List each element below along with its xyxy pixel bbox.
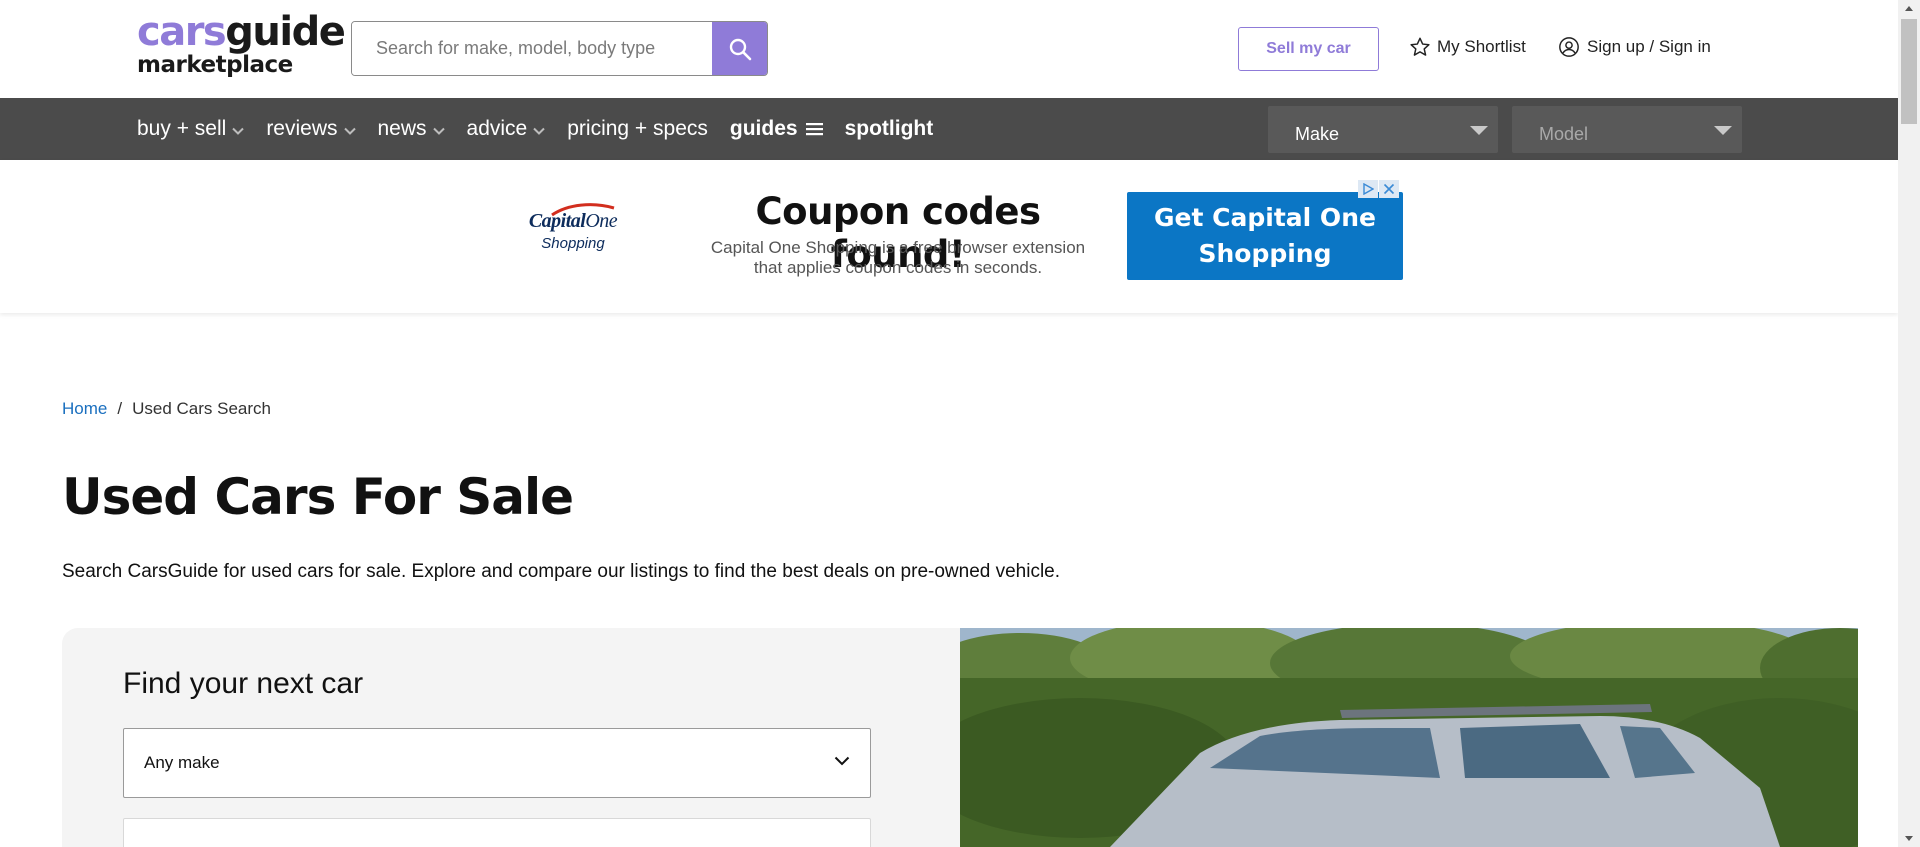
nav-label: guides — [729, 117, 798, 140]
nav-label: buy + sell — [137, 117, 227, 140]
breadcrumb-separator: / — [117, 399, 123, 418]
chevron-down-icon — [343, 127, 356, 135]
logo-marketplace: marketplace — [137, 52, 293, 78]
breadcrumb-home-link[interactable]: Home — [62, 399, 107, 419]
nav-item-news[interactable]: news — [378, 117, 445, 141]
scrollbar-thumb[interactable] — [1901, 19, 1917, 124]
ad-body: Capital One Shopping is a free browser e… — [710, 238, 1086, 277]
model-select-label: Model — [1539, 124, 1589, 144]
capital-one-logo: CapitalOne Shopping — [518, 210, 628, 252]
page-description: Search CarsGuide for used cars for sale.… — [62, 561, 1061, 582]
signin-label: Sign up / Sign in — [1587, 37, 1711, 56]
chevron-down-icon — [232, 127, 245, 135]
any-make-select[interactable]: Any make — [123, 728, 871, 798]
nav-label: advice — [466, 117, 528, 140]
nav-label: news — [377, 117, 427, 140]
scroll-down-arrow-icon[interactable] — [1898, 830, 1920, 847]
caret-down-icon — [1470, 126, 1488, 135]
caret-down-icon — [1714, 126, 1732, 135]
star-icon — [1410, 37, 1430, 56]
search-button[interactable] — [712, 22, 767, 75]
vertical-scrollbar[interactable] — [1898, 0, 1920, 847]
breadcrumb-current: Used Cars Search — [132, 399, 271, 418]
sell-my-car-button[interactable]: Sell my car — [1238, 27, 1379, 71]
sign-in-link[interactable]: Sign up / Sign in — [1558, 36, 1711, 58]
nav-item-advice[interactable]: advice — [467, 117, 546, 141]
breadcrumb: Home / Used Cars Search — [62, 399, 271, 419]
ad-brand-sub: Shopping — [541, 235, 605, 252]
nav-make-select[interactable]: Make — [1268, 106, 1498, 153]
search-bar — [351, 21, 768, 76]
logo-guide: guide — [225, 9, 346, 55]
ad-info-icon[interactable] — [1358, 180, 1378, 198]
nav-item-guides[interactable]: guides — [730, 117, 823, 141]
chevron-down-icon — [533, 127, 545, 135]
ad-brand-suffix: One — [585, 210, 618, 232]
ad-brand: Capital — [528, 210, 586, 232]
nav-label: reviews — [266, 117, 338, 140]
make-select-label: Make — [1295, 124, 1340, 144]
user-icon — [1559, 37, 1579, 57]
chevron-down-icon — [834, 756, 850, 766]
ad-banner-area: CapitalOne Shopping Coupon codes found! … — [0, 160, 1898, 313]
nav-label: spotlight — [844, 117, 934, 140]
car-photo-illustration — [960, 628, 1858, 847]
search-input[interactable] — [352, 22, 712, 75]
car-finder-panel: Find your next car Any make — [62, 628, 960, 847]
nav-item-pricing-specs[interactable]: pricing + specs — [567, 117, 708, 141]
ad-cta-button[interactable]: Get Capital One Shopping — [1127, 192, 1403, 280]
chevron-down-icon — [432, 127, 445, 135]
capital-one-ad[interactable]: CapitalOne Shopping Coupon codes found! … — [508, 180, 1403, 282]
finder-title: Find your next car — [123, 667, 364, 700]
make-select-value: Any make — [144, 753, 220, 772]
scroll-up-arrow-icon[interactable] — [1898, 0, 1920, 17]
any-model-select[interactable] — [123, 818, 871, 847]
site-header: carsguide marketplace Sell my car My Sho… — [0, 0, 1898, 98]
close-icon[interactable] — [1379, 180, 1399, 198]
nav-item-reviews[interactable]: reviews — [266, 117, 356, 141]
ad-choices[interactable] — [1358, 180, 1399, 198]
logo-cars: cars — [137, 9, 227, 55]
nav-label: pricing + specs — [567, 117, 708, 140]
nav-item-buy-sell[interactable]: buy + sell — [137, 117, 245, 141]
nav-model-select[interactable]: Model — [1512, 106, 1742, 153]
page-title: Used Cars For Sale — [62, 468, 574, 526]
shortlist-label: My Shortlist — [1437, 37, 1526, 56]
carsguide-logo[interactable]: carsguide marketplace — [137, 9, 346, 78]
nav-item-spotlight[interactable]: spotlight — [845, 117, 934, 141]
my-shortlist-link[interactable]: My Shortlist — [1409, 36, 1526, 58]
menu-icon — [805, 123, 823, 136]
hero-car-image — [960, 628, 1858, 847]
search-icon — [729, 38, 751, 60]
